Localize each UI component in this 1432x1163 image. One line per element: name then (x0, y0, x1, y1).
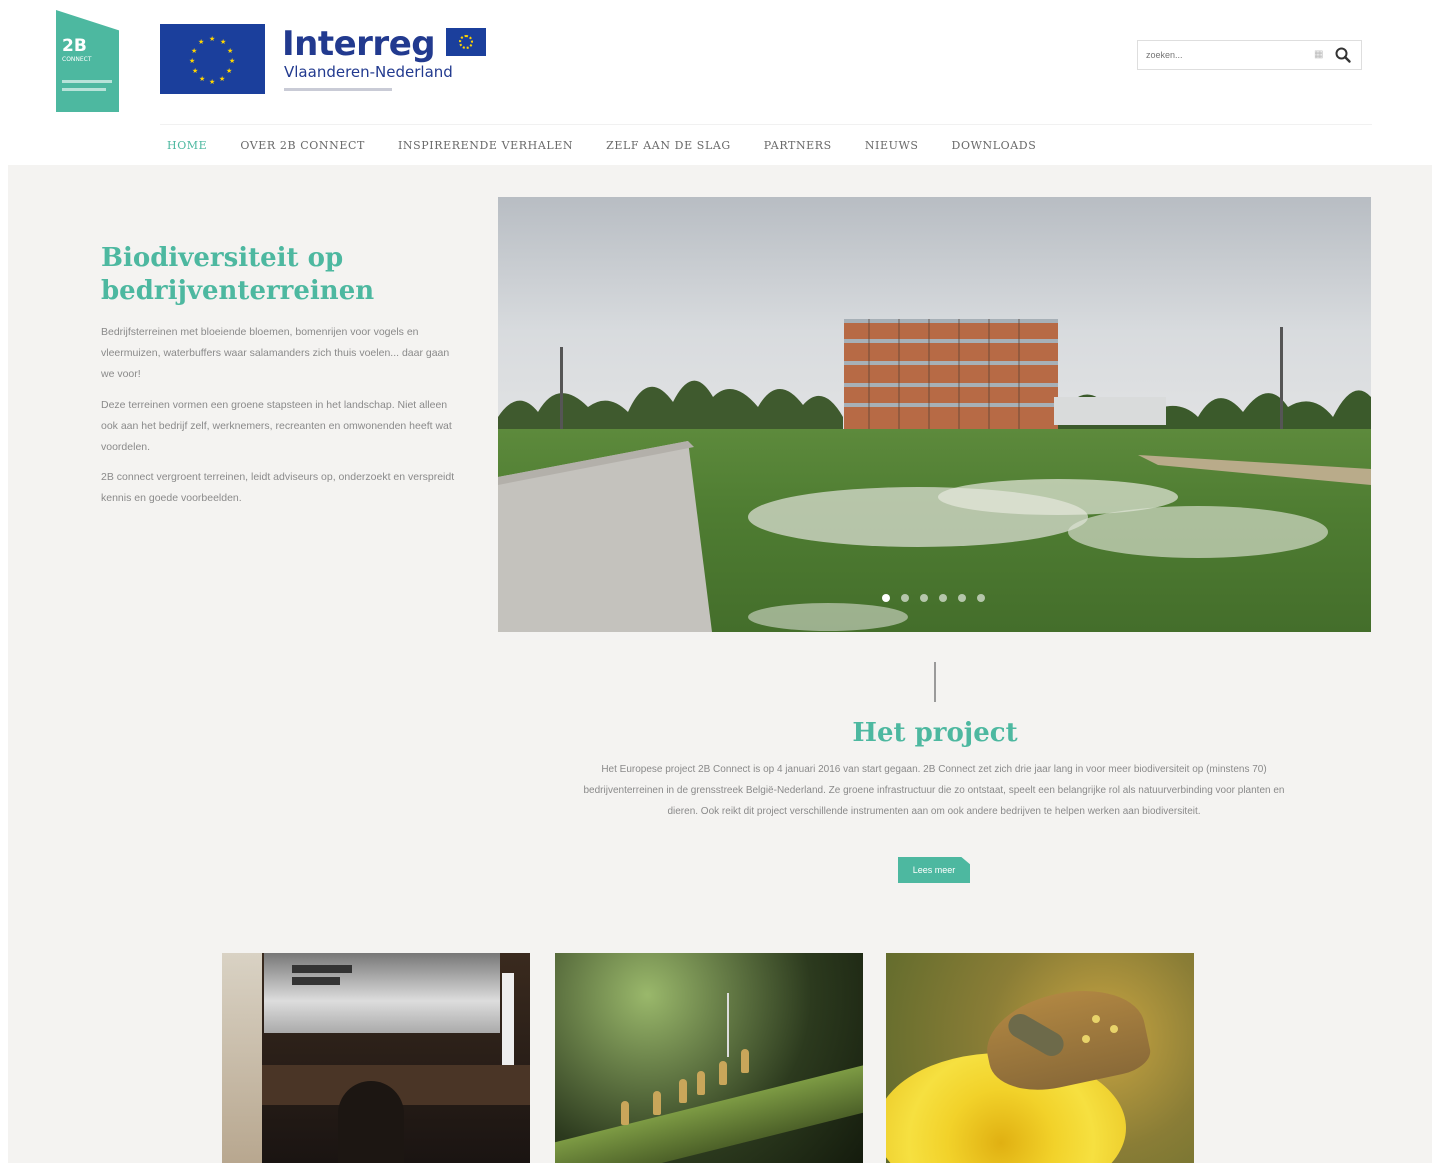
interreg-logo-underline (284, 88, 392, 91)
eu-flag-logo: ★ ★ ★ ★ ★ ★ ★ ★ ★ ★ ★ ★ (160, 24, 265, 94)
logo-connect-text: CONNECT (62, 56, 92, 63)
project-text: Het Europese project 2B Connect is op 4 … (583, 764, 1285, 817)
header-divider (160, 124, 1372, 125)
card-audience-head (338, 1081, 404, 1163)
card-figurines-image[interactable] (555, 953, 863, 1163)
card-figurine (741, 1049, 749, 1073)
search-box: ▦ (1137, 40, 1362, 70)
hero-shed (1054, 397, 1166, 425)
nav-inspirerende-verhalen[interactable]: INSPIRERENDE VERHALEN (398, 139, 573, 155)
card-figurine (621, 1101, 629, 1125)
slider-dot[interactable] (977, 594, 985, 602)
slider-dot[interactable] (901, 594, 909, 602)
card-screen-text-line (292, 965, 352, 973)
hero-building (844, 319, 1058, 431)
nav-nieuws[interactable]: NIEUWS (865, 139, 919, 155)
card-figurine (697, 1071, 705, 1095)
slider-dot[interactable] (958, 594, 966, 602)
hero-slider[interactable] (498, 197, 1371, 632)
project-divider-line (934, 662, 936, 702)
slider-dot[interactable] (939, 594, 947, 602)
interreg-logo-subtitle: Vlaanderen-Nederland (284, 63, 453, 81)
card-figurine (679, 1079, 687, 1103)
search-clear-icon[interactable]: ▦ (1314, 49, 1324, 61)
project-title: Het project (852, 718, 1018, 748)
eu-mini-flag-icon (446, 28, 486, 56)
logo-2b-text: 2B (62, 36, 87, 56)
card-spear (727, 993, 729, 1057)
slider-dot[interactable] (920, 594, 928, 602)
card-wing-spot (1110, 1025, 1118, 1033)
intro-paragraph: Bedrijfsterreinen met bloeiende bloemen,… (101, 326, 450, 380)
nav-home[interactable]: HOME (167, 139, 207, 155)
card-figurine (653, 1091, 661, 1115)
logo-tagline-line (62, 80, 112, 83)
card-butterfly-wing (978, 977, 1154, 1101)
nav-over-2b-connect[interactable]: OVER 2B CONNECT (240, 139, 365, 155)
intro-title: Biodiversiteit op bedrijventerreinen (101, 243, 375, 306)
search-icon[interactable] (1334, 46, 1352, 64)
2b-connect-logo[interactable]: 2B CONNECT (56, 10, 119, 112)
card-wing-spot (1092, 1015, 1100, 1023)
hero-flowers (748, 479, 1328, 631)
card-presentation-image[interactable] (222, 953, 530, 1163)
slider-dot[interactable] (882, 594, 890, 602)
hero-lamp-post (560, 347, 563, 439)
interreg-logo-title: Interreg (282, 24, 436, 64)
intro-paragraph: Deze terreinen vormen een groene stapste… (101, 399, 452, 453)
search-input[interactable] (1146, 46, 1306, 64)
card-banner-stand (222, 953, 262, 1163)
nav-downloads[interactable]: DOWNLOADS (952, 139, 1037, 155)
logo-tagline-line (62, 88, 106, 91)
card-wing-spot (1082, 1035, 1090, 1043)
intro-paragraph: 2B connect vergroent terreinen, leidt ad… (101, 471, 455, 504)
card-figurine (719, 1061, 727, 1085)
main-nav: HOME OVER 2B CONNECT INSPIRERENDE VERHAL… (167, 139, 1069, 155)
slider-dots (882, 594, 996, 602)
nav-partners[interactable]: PARTNERS (764, 139, 832, 155)
lees-meer-button[interactable]: Lees meer (898, 857, 970, 883)
card-screen-text-line (292, 977, 340, 985)
card-branch (555, 1060, 863, 1163)
card-butterfly-image[interactable] (886, 953, 1194, 1163)
nav-zelf-aan-de-slag[interactable]: ZELF AAN DE SLAG (606, 139, 731, 155)
